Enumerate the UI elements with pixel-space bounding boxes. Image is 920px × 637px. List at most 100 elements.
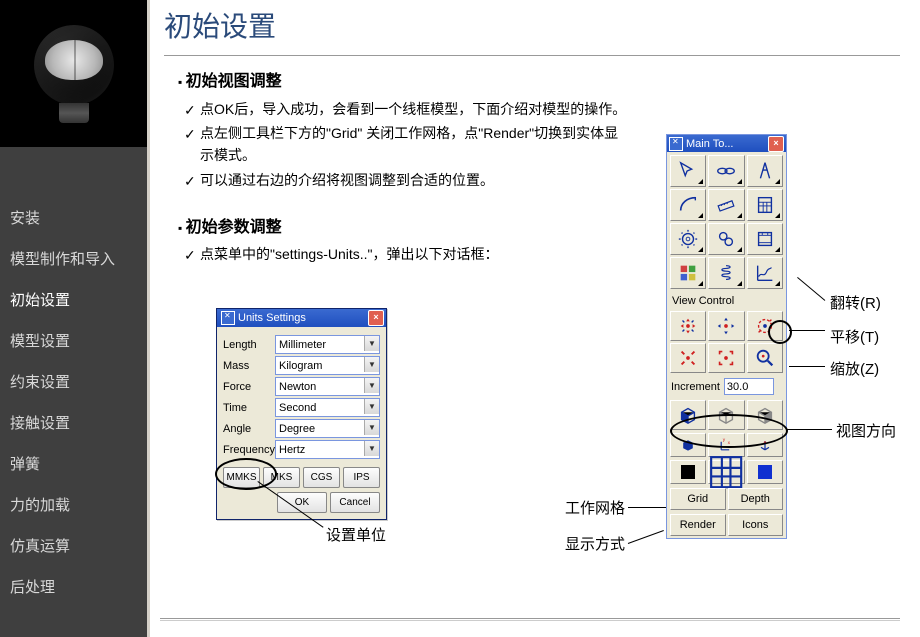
view-control-label: View Control <box>667 292 786 308</box>
nav-item-contact[interactable]: 接触设置 <box>10 402 147 443</box>
annotation-line <box>789 330 825 331</box>
dialog-icon <box>221 311 235 325</box>
icons-button[interactable]: Icons <box>728 514 784 536</box>
close-icon[interactable]: × <box>368 310 384 326</box>
annotation-rotate: 翻转(R) <box>830 292 881 313</box>
chevron-down-icon[interactable]: ▼ <box>364 420 379 435</box>
tool-film-icon[interactable] <box>747 223 783 255</box>
nav-item-initial-settings[interactable]: 初始设置 <box>10 279 147 320</box>
tool-joint-icon[interactable] <box>708 223 744 255</box>
depth-button[interactable]: Depth <box>728 488 784 510</box>
tool-plot-icon[interactable] <box>747 257 783 289</box>
tool-link-icon[interactable] <box>708 155 744 187</box>
nav-item-simulation[interactable]: 仿真运算 <box>10 525 147 566</box>
annotation-line <box>789 366 825 367</box>
force-label: Force <box>223 381 275 393</box>
svg-text:x: x <box>728 441 731 446</box>
dialog-title: Units Settings <box>238 312 368 324</box>
chevron-down-icon[interactable]: ▼ <box>364 399 379 414</box>
tool-grid <box>667 152 786 292</box>
length-select[interactable]: Millimeter▼ <box>275 335 380 354</box>
frequency-label: Frequency <box>223 444 275 456</box>
view-fit-icon[interactable] <box>670 343 706 373</box>
chevron-down-icon[interactable]: ▼ <box>364 357 379 372</box>
preset-cgs-button[interactable]: CGS <box>303 467 340 488</box>
nav-item-force[interactable]: 力的加载 <box>10 484 147 525</box>
tool-arc-icon[interactable] <box>670 189 706 221</box>
view-center-icon[interactable] <box>708 343 744 373</box>
view-pan-icon[interactable] <box>708 311 744 341</box>
nav-list: 安装 模型制作和导入 初始设置 模型设置 约束设置 接触设置 弹簧 力的加载 仿… <box>0 147 147 607</box>
angle-select[interactable]: Degree▼ <box>275 419 380 438</box>
nav-item-install[interactable]: 安装 <box>10 197 147 238</box>
chevron-down-icon[interactable]: ▼ <box>364 336 379 351</box>
annotation-line <box>787 429 832 430</box>
axis-arrows-icon[interactable] <box>747 433 783 457</box>
preset-mks-button[interactable]: MKS <box>263 467 300 488</box>
shaded-cube-icon[interactable] <box>670 433 706 457</box>
mass-select[interactable]: Kilogram▼ <box>275 356 380 375</box>
square-grid-icon[interactable] <box>708 460 744 484</box>
view-right-icon[interactable] <box>747 400 783 430</box>
mass-label: Mass <box>223 360 275 372</box>
tool-select-icon[interactable] <box>670 155 706 187</box>
toolbox-icon <box>669 137 683 151</box>
footer-rule <box>160 618 900 619</box>
section1-heading: 初始视图调整 <box>178 70 920 95</box>
main-toolbox: Main To... × View Control Increment xy <box>666 134 787 539</box>
cancel-button[interactable]: Cancel <box>330 492 380 513</box>
annotation-viewdir: 视图方向 <box>836 420 896 441</box>
angle-label: Angle <box>223 423 275 435</box>
view-iso-icon[interactable] <box>708 400 744 430</box>
frequency-select[interactable]: Hertz▼ <box>275 440 380 459</box>
sidebar: 安装 模型制作和导入 初始设置 模型设置 约束设置 接触设置 弹簧 力的加载 仿… <box>0 0 147 637</box>
toolbox-title: Main To... <box>686 138 768 150</box>
square-black-icon[interactable] <box>670 460 706 484</box>
view-rotate-center-icon[interactable] <box>747 311 783 341</box>
nav-item-model-import[interactable]: 模型制作和导入 <box>10 238 147 279</box>
time-label: Time <box>223 402 275 414</box>
units-settings-dialog: Units Settings × LengthMillimeter▼ MassK… <box>216 308 387 520</box>
nav-item-model-settings[interactable]: 模型设置 <box>10 320 147 361</box>
view-front-icon[interactable] <box>670 400 706 430</box>
force-select[interactable]: Newton▼ <box>275 377 380 396</box>
view-zoom-icon[interactable] <box>747 343 783 373</box>
render-button[interactable]: Render <box>670 514 726 536</box>
section1-bullet: 点左侧工具栏下方的"Grid" 关闭工作网格，点"Render"切换到实体显示模… <box>178 123 630 166</box>
annotation-zoom: 缩放(Z) <box>830 358 879 379</box>
time-select[interactable]: Second▼ <box>275 398 380 417</box>
square-blue-icon[interactable] <box>747 460 783 484</box>
section1-bullet: 可以通过右边的介绍将视图调整到合适的位置。 <box>178 170 630 192</box>
dialog-titlebar[interactable]: Units Settings × <box>217 309 386 327</box>
chevron-down-icon[interactable]: ▼ <box>364 441 379 456</box>
toolbox-titlebar[interactable]: Main To... × <box>667 135 786 152</box>
close-icon[interactable]: × <box>768 136 784 152</box>
tool-compass-icon[interactable] <box>747 155 783 187</box>
view-rotate-icon[interactable] <box>670 311 706 341</box>
page-title: 初始设置 <box>150 0 920 55</box>
tool-measure-icon[interactable] <box>708 189 744 221</box>
tool-gear-icon[interactable] <box>670 223 706 255</box>
tool-calculator-icon[interactable] <box>747 189 783 221</box>
increment-label: Increment <box>671 381 720 393</box>
nav-item-constraint[interactable]: 约束设置 <box>10 361 147 402</box>
nav-item-postprocess[interactable]: 后处理 <box>10 566 147 607</box>
annotation-workgrid: 工作网格 <box>555 497 625 518</box>
annotation-pan: 平移(T) <box>830 326 879 347</box>
svg-text:y: y <box>723 438 726 443</box>
grid-button[interactable]: Grid <box>670 488 726 510</box>
section1-bullet: 点OK后，导入成功，会看到一个线框模型，下面介绍对模型的操作。 <box>178 99 630 121</box>
logo-lightbulb-brain <box>0 0 147 147</box>
annotation-line <box>628 507 666 508</box>
footer-rule <box>160 620 900 621</box>
chevron-down-icon[interactable]: ▼ <box>364 378 379 393</box>
annotation-label-units: 设置单位 <box>326 524 386 545</box>
nav-item-spring[interactable]: 弹簧 <box>10 443 147 484</box>
tool-color-icon[interactable] <box>670 257 706 289</box>
section2-heading: 初始参数调整 <box>178 216 920 241</box>
axis-xy-icon[interactable]: xy <box>708 433 744 457</box>
preset-ips-button[interactable]: IPS <box>343 467 380 488</box>
tool-spring-icon[interactable] <box>708 257 744 289</box>
section2-bullet: 点菜单中的"settings-Units.."，弹出以下对话框： <box>178 244 630 266</box>
increment-input[interactable] <box>724 378 774 395</box>
